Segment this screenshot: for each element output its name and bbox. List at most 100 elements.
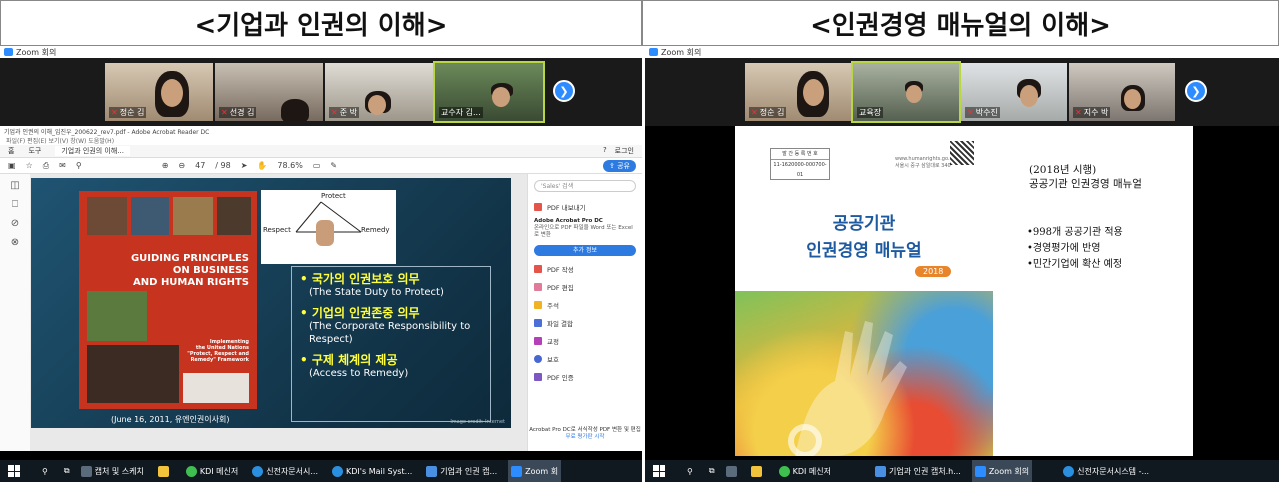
taskbar-app-snip[interactable]: 캡처 및 스케치 [78, 460, 147, 482]
tool-comment[interactable]: 주석 [528, 296, 642, 314]
windows-start-icon[interactable] [653, 465, 665, 477]
search-icon[interactable]: ⚲ [687, 467, 693, 476]
zoom-title: Zoom 회의 [16, 47, 57, 57]
book-title: GUIDING PRINCIPLES ON BUSINESS AND HUMAN… [130, 253, 249, 288]
tool-protect[interactable]: 보호 [528, 350, 642, 368]
snip-icon [80, 465, 92, 477]
task-view-icon[interactable]: ⧉ [64, 466, 70, 476]
taskbar-app-ie[interactable]: 신전자문서시... [249, 460, 321, 482]
attachment-icon[interactable]: ⊘ [11, 218, 19, 229]
participant-video[interactable]: ✕ 지수 박 [1069, 63, 1175, 121]
taskbar-app-explorer[interactable] [748, 460, 768, 482]
tab-tools[interactable]: 도구 [28, 146, 41, 156]
participant-name: ✕ 선경 김 [219, 107, 257, 118]
taskbar-app-explorer[interactable] [155, 460, 175, 482]
pen-icon[interactable]: ✎ [330, 161, 337, 170]
taskbar-app-mail[interactable]: KDI's Mail Syst... [329, 460, 415, 482]
participant-video[interactable]: ✕ 박수진 [961, 63, 1067, 121]
combine-icon [534, 319, 542, 327]
mic-muted-icon: ✕ [751, 108, 758, 117]
create-pdf-icon [534, 265, 542, 273]
mic-muted-icon: ✕ [967, 108, 974, 117]
mic-muted-icon: ✕ [1075, 108, 1082, 117]
tool-certify[interactable]: PDF 인증 [528, 368, 642, 386]
zoom-icon [511, 465, 523, 477]
label-remedy: Remedy [361, 226, 390, 234]
participant-video[interactable]: ✕ 정순 김 [745, 63, 851, 121]
taskbar-app-zoom[interactable]: Zoom 회의 [971, 460, 1033, 482]
select-icon[interactable]: ➤ [241, 161, 248, 170]
pages-icon[interactable]: ◫ [10, 180, 19, 191]
taskbar-app-messenger[interactable]: KDI 메신저 [776, 460, 834, 482]
page-current[interactable]: 47 [195, 161, 205, 170]
comment-icon[interactable]: ▭ [313, 161, 321, 170]
save-icon[interactable]: ▣ [8, 161, 16, 170]
tool-combine[interactable]: 파일 결합 [528, 314, 642, 332]
search-icon[interactable]: ⚲ [42, 467, 48, 476]
acrobat-menu[interactable]: 파일(F) 편집(E) 보기(V) 창(W) 도움말(H) [0, 136, 642, 145]
doc-icon [874, 465, 886, 477]
tab-home[interactable]: 홈 [8, 146, 14, 156]
print-icon[interactable]: ⎙ [43, 161, 49, 171]
tool-create-pdf[interactable]: PDF 작성 [528, 260, 642, 278]
search-icon[interactable]: ⚲ [76, 161, 82, 170]
star-icon[interactable]: ☆ [26, 161, 33, 170]
tool-export-pdf[interactable]: PDF 내보내기 [528, 198, 642, 216]
participant-video[interactable]: ✕ 준 박 [325, 63, 433, 121]
book-subtitle: Implementing the United Nations "Protect… [187, 339, 249, 363]
zoom-title-bar[interactable]: Zoom 회의 [0, 46, 642, 58]
folder-icon [750, 465, 762, 477]
taskbar-app-snip[interactable] [723, 460, 740, 482]
zoom-title-bar[interactable]: Zoom 회의 [645, 46, 1279, 58]
right-header: <인권경영 매뉴얼의 이해> [642, 0, 1279, 46]
acrobat-toolbar: ▣ ☆ ⎙ ✉ ⚲ ⊕ ⊖ 47 / 98 ➤ ✋ 78.6% ▭ ✎ ⇪ 공유 [0, 158, 642, 174]
share-button[interactable]: ⇪ 공유 [603, 160, 636, 172]
more-info-button[interactable]: 추가 정보 [534, 245, 636, 256]
label-protect: Protect [321, 192, 346, 200]
hand-icon[interactable]: ✋ [257, 161, 267, 170]
next-participants-button[interactable]: ❯ [553, 80, 575, 102]
tool-edit-pdf[interactable]: PDF 편집 [528, 278, 642, 296]
active-speaker-video[interactable]: 교수자 김... [433, 61, 545, 123]
taskbar-app-ie[interactable]: 신전자문서시스템 -... [1060, 460, 1152, 482]
bookmark-icon[interactable]: ⎕ [12, 199, 18, 210]
mail-icon[interactable]: ✉ [59, 161, 66, 170]
layers-icon[interactable]: ⊗ [11, 237, 19, 248]
help-icon[interactable]: ? [603, 146, 607, 156]
left-header: <기업과 인권의 이해> [0, 0, 642, 46]
shield-icon [534, 355, 542, 363]
folder-icon [157, 465, 169, 477]
prev-page-icon[interactable]: ⊕ [162, 161, 169, 170]
next-participants-button[interactable]: ❯ [1185, 80, 1207, 102]
taskbar-app-messenger[interactable]: KDI 메신저 [183, 460, 241, 482]
principle-item: • 기업의 인권존중 의무 (The Corporate Responsibil… [300, 306, 471, 346]
participant-video[interactable]: ✕ 정순 김 [105, 63, 213, 121]
zoom-level[interactable]: 78.6% [277, 161, 302, 170]
messenger-icon [778, 465, 790, 477]
principles-box: • 국가의 인권보호 의무 (The State Duty to Protect… [291, 266, 491, 422]
login-link[interactable]: 로그인 [615, 146, 634, 156]
task-view-icon[interactable]: ⧉ [709, 466, 715, 476]
taskbar-app-doc[interactable]: 기업과 인권 캡처.h... [872, 460, 964, 482]
zoom-icon [974, 465, 986, 477]
tool-search-input[interactable]: 'Sales' 검색 [534, 180, 636, 192]
next-page-icon[interactable]: ⊖ [178, 161, 185, 170]
principle-item: • 구제 체계의 제공 (Access to Remedy) [300, 353, 409, 380]
tab-document[interactable]: 기업과 인권의 이해... [55, 146, 130, 156]
page-total: / 98 [215, 161, 231, 170]
participant-video[interactable]: ✕ 선경 김 [215, 63, 323, 121]
active-speaker-video[interactable]: 교육장 [851, 61, 961, 123]
ie-icon [1063, 465, 1075, 477]
windows-start-icon[interactable] [8, 465, 20, 477]
tool-proof[interactable]: 교정 [528, 332, 642, 350]
trial-link[interactable]: 무료 평가판 시작 [566, 434, 605, 440]
book-caption: (June 16, 2011, 유엔인권이사회) [111, 415, 230, 424]
right-screen: Zoom 회의 ✕ 정순 김 교육장 ✕ 박수진 ✕ 지수 박 ❯ 발 간 등 록 번… [645, 46, 1279, 482]
taskbar-app-zoom[interactable]: Zoom 회 [508, 460, 562, 482]
mic-muted-icon: ✕ [221, 108, 228, 117]
bullet-item: •민간기업에 확산 예정 [1027, 259, 1123, 270]
participant-name: 교육장 [857, 107, 884, 118]
taskbar-app-doc[interactable]: 기업과 인권 캡... [423, 460, 500, 482]
edit-pdf-icon [534, 283, 542, 291]
acrobat-title: 기업과 인권의 이해_임진우_200622_rev7.pdf - Adobe A… [0, 126, 642, 136]
